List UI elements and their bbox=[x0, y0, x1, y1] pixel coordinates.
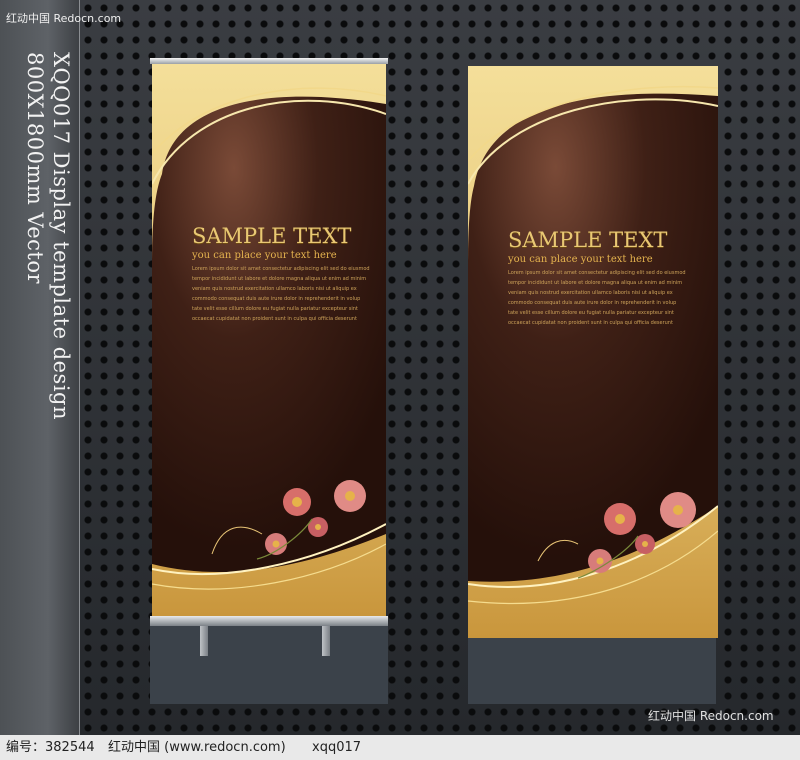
banner-left-title: SAMPLE TEXT bbox=[192, 224, 352, 248]
banner-left-body-1: Lorem ipsum dolor sit amet consectetur a… bbox=[192, 266, 370, 272]
banner-right-floor-shadow bbox=[468, 638, 716, 704]
footer-id: 编号：382544 bbox=[6, 740, 95, 755]
banner-right-title: SAMPLE TEXT bbox=[508, 228, 668, 252]
banner-left-subtitle: you can place your text here bbox=[192, 250, 337, 261]
footer-bar: 编号：382544 红动中国 (www.redocn.com) xqq017 bbox=[0, 735, 800, 760]
stand-floor-shadow bbox=[150, 626, 388, 704]
banner-right-subtitle: you can place your text here bbox=[508, 254, 653, 265]
banner-left: SAMPLE TEXT you can place your text here… bbox=[152, 64, 386, 616]
stand-leg-left bbox=[200, 626, 208, 656]
banner-left-art bbox=[152, 64, 386, 616]
caption-line-1: XQQ017 Display template design bbox=[49, 52, 73, 421]
banner-right-body-5: tate velit esse cillum dolore eu fugiat … bbox=[508, 310, 674, 316]
banner-right-body-3: veniam quis nostrud exercitation ullamco… bbox=[508, 290, 673, 296]
footer-site: 红动中国 (www.redocn.com) bbox=[108, 740, 286, 755]
banner-left-body-4: commodo consequat duis aute irure dolor … bbox=[192, 296, 361, 302]
watermark-top: 红动中国 Redocn.com bbox=[6, 12, 122, 25]
vertical-caption: XQQ017 Display template design 800X1800m… bbox=[14, 52, 74, 420]
footer-code: xqq017 bbox=[312, 740, 362, 755]
banner-left-body-5: tate velit esse cillum dolore eu fugiat … bbox=[192, 306, 358, 312]
watermark-bottom-right: 红动中国 Redocn.com bbox=[648, 709, 774, 723]
stand-leg-right bbox=[322, 626, 330, 656]
banner-right-body-6: occaecat cupidatat non proident sunt in … bbox=[508, 320, 673, 326]
banner-right-body-2: tempor incididunt ut labore et dolore ma… bbox=[508, 280, 683, 286]
banner-right: SAMPLE TEXT you can place your text here… bbox=[468, 66, 718, 638]
banner-left-body-6: occaecat cupidatat non proident sunt in … bbox=[192, 316, 357, 322]
banner-left-body-2: tempor incididunt ut labore et dolore ma… bbox=[192, 276, 367, 282]
banner-right-art bbox=[468, 66, 718, 638]
banner-right-body-4: commodo consequat duis aute irure dolor … bbox=[508, 300, 677, 306]
banner-left-body-3: veniam quis nostrud exercitation ullamco… bbox=[192, 286, 357, 292]
banner-right-body-1: Lorem ipsum dolor sit amet consectetur a… bbox=[508, 270, 686, 276]
stand-base bbox=[150, 616, 388, 626]
caption-line-2: 800X1800mm Vector bbox=[23, 52, 47, 285]
